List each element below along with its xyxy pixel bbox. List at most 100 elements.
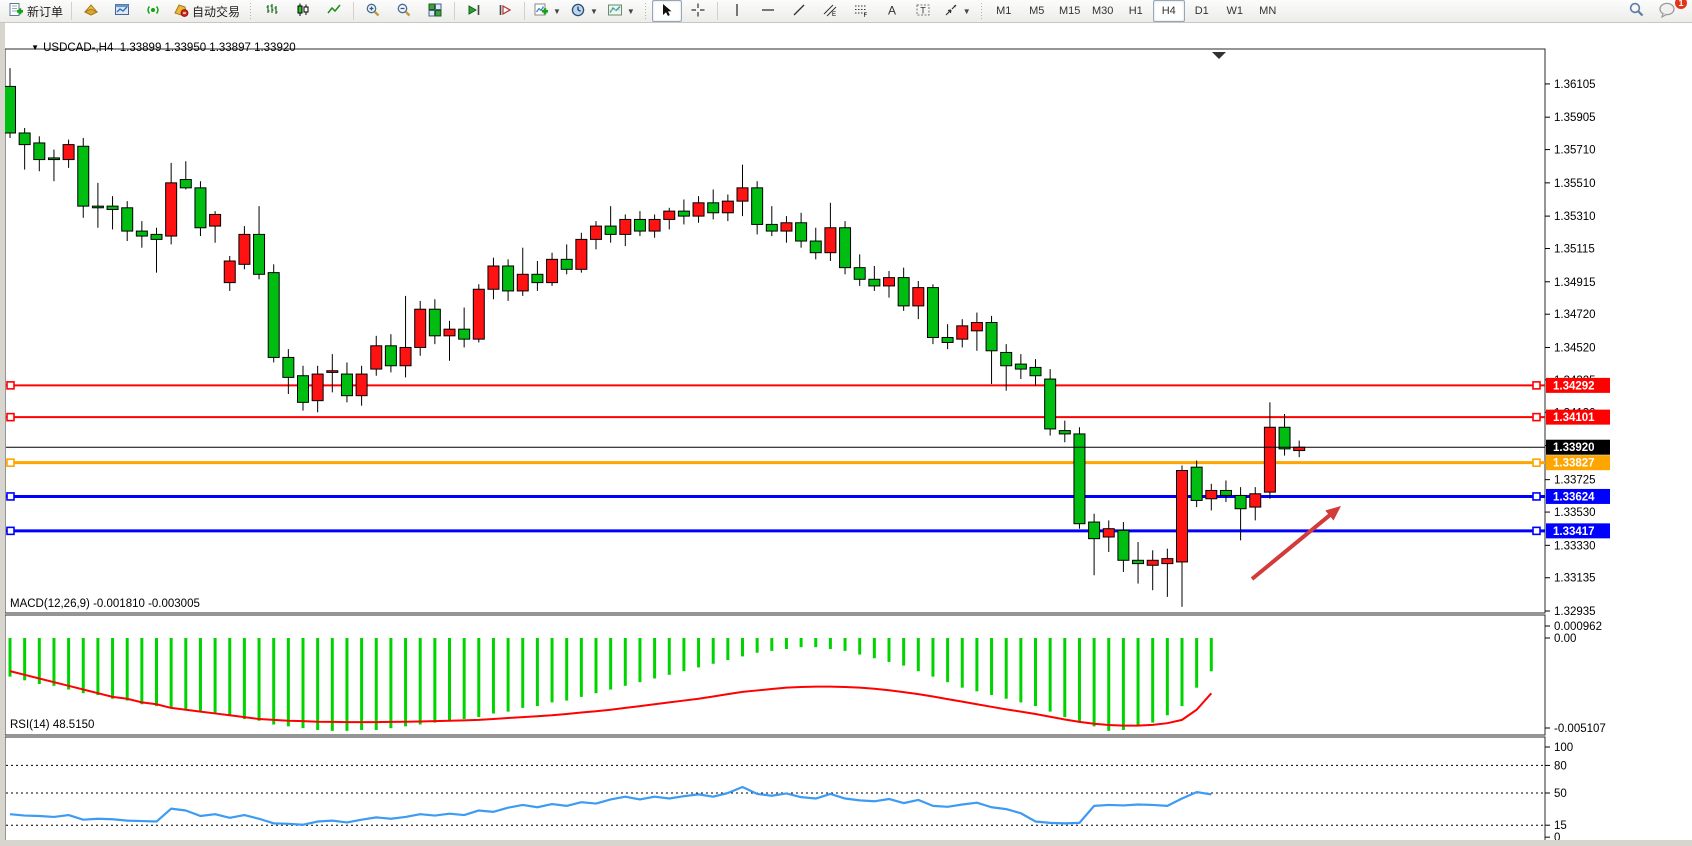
timeframe-w1[interactable]: W1 <box>1219 0 1251 22</box>
macd-axis-tick: 0.00 <box>1554 633 1576 645</box>
price-tick: 1.34520 <box>1554 342 1596 354</box>
candle-body <box>283 357 294 377</box>
chart-title: ▼USDCAD-,H4 1.33899 1.33950 1.33897 1.33… <box>12 30 296 66</box>
candle-body <box>298 376 309 403</box>
fibonacci-button[interactable]: F <box>846 0 876 22</box>
timeframe-m5[interactable]: M5 <box>1021 0 1053 22</box>
text-label-button[interactable]: T <box>908 0 938 22</box>
metaeditor-icon <box>83 2 99 21</box>
tile-windows-button[interactable] <box>420 0 450 22</box>
candle-body <box>312 374 323 401</box>
svg-text:F: F <box>863 13 867 18</box>
timeframe-h4[interactable]: H4 <box>1153 0 1185 22</box>
price-tick: 1.33135 <box>1554 573 1596 585</box>
candle-body <box>561 259 572 269</box>
chart-window-button[interactable] <box>107 0 137 22</box>
window-bottom-edge <box>0 840 1692 846</box>
timeframe-mn[interactable]: MN <box>1252 0 1284 22</box>
candle-body <box>664 211 675 219</box>
price-tick: 1.35710 <box>1554 145 1596 157</box>
candle-body <box>400 347 411 365</box>
hline-anchor <box>1533 493 1540 500</box>
line-chart-button[interactable] <box>319 0 349 22</box>
chart-canvas[interactable]: 1.361051.359051.357101.355101.353101.351… <box>0 23 1692 846</box>
svg-text:1.34101: 1.34101 <box>1553 412 1595 424</box>
candle-body <box>605 226 616 234</box>
candle-body <box>78 146 89 206</box>
candle-body <box>678 211 689 216</box>
candle-body <box>649 219 660 231</box>
svg-text:T: T <box>920 5 926 15</box>
zoom-out-icon <box>396 2 412 21</box>
toolbar-grip <box>248 3 253 19</box>
chart-shift-button[interactable] <box>490 0 520 22</box>
arrows-button[interactable]: ▼ <box>939 0 975 22</box>
candle-body <box>5 86 16 133</box>
hline-anchor <box>1533 459 1540 466</box>
signals-button[interactable] <box>138 0 168 22</box>
periods-button[interactable]: ▼ <box>566 0 602 22</box>
price-tick: 1.35115 <box>1554 244 1595 256</box>
price-tick: 1.33725 <box>1554 475 1596 487</box>
chevron-down-icon: ▼ <box>553 7 561 16</box>
zoom-in-button[interactable] <box>358 0 388 22</box>
price-tick: 1.34720 <box>1554 309 1596 321</box>
candle-body <box>884 278 895 286</box>
candlestick-chart-button[interactable] <box>288 0 318 22</box>
signals-icon <box>145 2 161 21</box>
horizontal-line-icon <box>760 2 776 21</box>
autotrading-button[interactable]: 自动交易 <box>169 0 244 22</box>
hline-anchor <box>7 382 14 389</box>
candle-body <box>1279 427 1290 449</box>
price-tick: 1.33330 <box>1554 540 1596 552</box>
text-button[interactable]: A <box>877 0 907 22</box>
candle-body <box>327 371 338 373</box>
indicators-button[interactable]: ▼ <box>529 0 565 22</box>
candle-body <box>371 346 382 369</box>
search-button[interactable] <box>1621 0 1651 22</box>
pane-borders <box>5 49 1545 841</box>
candle-body <box>898 278 909 306</box>
new-order-button[interactable]: 新订单 <box>4 0 67 22</box>
candle-body <box>840 228 851 268</box>
candle-body <box>971 323 982 331</box>
hline-anchor <box>7 459 14 466</box>
candle-body <box>1264 427 1275 492</box>
candle-body <box>1133 560 1144 563</box>
candle-body <box>488 266 499 289</box>
indicators-icon <box>533 2 549 21</box>
cursor-button[interactable] <box>652 0 682 22</box>
price-tick: 1.35905 <box>1554 112 1596 124</box>
macd-indicator-label: MACD(12,26,9) -0.001810 -0.003005 <box>10 598 200 610</box>
timeframe-m30[interactable]: M30 <box>1087 0 1119 22</box>
equidistant-channel-button[interactable]: E <box>815 0 845 22</box>
metaeditor-button[interactable] <box>76 0 106 22</box>
notification-badge: 1 <box>1675 0 1687 9</box>
timeframe-h1[interactable]: H1 <box>1120 0 1152 22</box>
new-order-label: 新订单 <box>27 3 63 20</box>
trendline-button[interactable] <box>784 0 814 22</box>
candle-body <box>92 206 103 208</box>
mt4-window: 新订单 自动交易 ▼ ▼ ▼ E F A T ▼ <box>0 0 1692 846</box>
zoom-out-button[interactable] <box>389 0 419 22</box>
hline-anchor <box>7 414 14 421</box>
timeframe-d1[interactable]: D1 <box>1186 0 1218 22</box>
bar-chart-button[interactable] <box>257 0 287 22</box>
chart-collapse-icon[interactable]: ▼ <box>31 43 39 52</box>
templates-button[interactable]: ▼ <box>603 0 639 22</box>
crosshair-icon <box>690 2 706 21</box>
chat-button[interactable]: 1 <box>1652 0 1682 22</box>
candle-body <box>957 326 968 339</box>
candle-body <box>576 239 587 269</box>
auto-scroll-button[interactable] <box>459 0 489 22</box>
timeframe-m1[interactable]: M1 <box>988 0 1020 22</box>
rsi-axis-tick: 100 <box>1554 742 1573 754</box>
timeframe-m15[interactable]: M15 <box>1054 0 1086 22</box>
crosshair-button[interactable] <box>683 0 713 22</box>
separator <box>524 2 525 20</box>
horizontal-line-button[interactable] <box>753 0 783 22</box>
vertical-line-button[interactable] <box>722 0 752 22</box>
candle-body <box>737 188 748 201</box>
candle-body <box>473 289 484 339</box>
separator <box>353 2 354 20</box>
